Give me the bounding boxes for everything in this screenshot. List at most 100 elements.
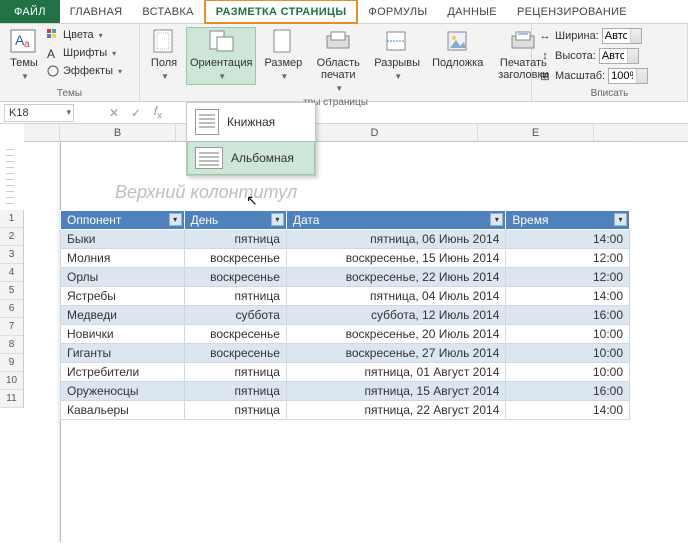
orientation-button[interactable]: Ориентация▼ — [186, 27, 256, 85]
landscape-label: Альбомная — [231, 151, 294, 165]
group-themes: Aa Темы ▼ Цвета▾ AШрифты▾ Эффекты▾ Темы — [0, 24, 140, 101]
effects-label: Эффекты — [63, 65, 113, 77]
filter-icon[interactable]: ▾ — [169, 213, 182, 226]
vertical-ruler — [6, 149, 14, 204]
background-button[interactable]: Подложка — [428, 27, 487, 71]
print-area-label: Область печати — [314, 57, 362, 81]
colors-icon — [46, 28, 60, 42]
row-head[interactable]: 1 — [0, 210, 23, 228]
table-row: Молниявоскресеньевоскресенье, 15 Июнь 20… — [61, 249, 630, 268]
themes-button[interactable]: Aa Темы ▼ — [6, 27, 42, 85]
row-headers[interactable]: 1 2 3 4 5 6 7 8 9 10 11 — [0, 210, 24, 408]
col-e[interactable]: E — [478, 124, 594, 141]
width-row[interactable]: ↔Ширина: — [538, 27, 642, 45]
row-head[interactable]: 4 — [0, 264, 23, 282]
background-label: Подложка — [432, 57, 483, 69]
width-icon: ↔ — [538, 29, 552, 43]
filter-icon[interactable]: ▾ — [490, 213, 503, 226]
breaks-label: Разрывы — [374, 57, 420, 69]
svg-text:A: A — [47, 47, 55, 60]
row-head[interactable]: 10 — [0, 372, 23, 390]
data-table[interactable]: Оппонент▾ День▾ Дата▾ Время▾ Быкипятница… — [60, 210, 630, 420]
row-head[interactable]: 6 — [0, 300, 23, 318]
scale-input[interactable] — [608, 68, 648, 84]
group-scale-to-fit: ↔Ширина: ↕Высота: ⊞Масштаб: Вписать — [532, 24, 688, 101]
filter-icon[interactable]: ▾ — [271, 213, 284, 226]
portrait-icon — [195, 109, 219, 135]
orientation-icon — [207, 29, 235, 55]
margins-icon — [150, 29, 178, 55]
th-time[interactable]: Время▾ — [506, 211, 630, 230]
row-head[interactable]: 5 — [0, 282, 23, 300]
group-page-setup: Поля▼ Ориентация▼ Размер▼ Область печати… — [140, 24, 532, 101]
breaks-icon — [383, 29, 411, 55]
group-fit-label: Вписать — [538, 88, 681, 99]
table-row: Ястребыпятницапятница, 04 Июль 201414:00 — [61, 287, 630, 306]
print-area-button[interactable]: Область печати▼ — [310, 27, 366, 97]
th-opponent[interactable]: Оппонент▾ — [61, 211, 185, 230]
tab-data[interactable]: ДАННЫЕ — [437, 0, 507, 23]
scale-row[interactable]: ⊞Масштаб: — [538, 67, 648, 85]
th-day[interactable]: День▾ — [184, 211, 286, 230]
tab-insert[interactable]: ВСТАВКА — [132, 0, 203, 23]
svg-text:a: a — [24, 39, 30, 50]
filter-icon[interactable]: ▾ — [614, 213, 627, 226]
scale-label: Масштаб: — [555, 70, 605, 82]
table-row: Быкипятницапятница, 06 Июнь 201414:00 — [61, 230, 630, 249]
effects-button[interactable]: Эффекты▾ — [46, 63, 122, 79]
margins-label: Поля — [151, 57, 177, 69]
tab-review[interactable]: РЕЦЕНЗИРОВАНИЕ — [507, 0, 637, 23]
height-input[interactable] — [599, 48, 639, 64]
header-placeholder[interactable]: Верхний колонтитул — [115, 182, 297, 203]
height-row[interactable]: ↕Высота: — [538, 47, 639, 65]
colors-label: Цвета — [63, 29, 94, 41]
table-row: Медведисубботасуббота, 12 Июль 201416:00 — [61, 306, 630, 325]
name-box-value: K18 — [9, 107, 29, 119]
row-head[interactable]: 11 — [0, 390, 23, 408]
tab-page-layout[interactable]: РАЗМЕТКА СТРАНИЦЫ — [204, 0, 359, 24]
breaks-button[interactable]: Разрывы▼ — [370, 27, 424, 85]
fonts-button[interactable]: AШрифты▾ — [46, 45, 122, 61]
orientation-menu: Книжная Альбомная — [186, 102, 316, 176]
size-button[interactable]: Размер▼ — [260, 27, 306, 85]
row-head[interactable]: 8 — [0, 336, 23, 354]
themes-label: Темы — [10, 57, 38, 69]
cancel-icon[interactable]: ✕ — [106, 106, 122, 120]
enter-icon[interactable]: ✓ — [128, 106, 144, 120]
tab-formulas[interactable]: ФОРМУЛЫ — [358, 0, 437, 23]
fonts-icon: A — [46, 46, 60, 60]
colors-button[interactable]: Цвета▾ — [46, 27, 122, 43]
margins-button[interactable]: Поля▼ — [146, 27, 182, 85]
effects-icon — [46, 64, 60, 78]
column-headers[interactable]: B C D E — [24, 124, 688, 142]
height-icon: ↕ — [538, 49, 552, 63]
orientation-landscape[interactable]: Альбомная — [187, 141, 315, 175]
worksheet[interactable]: B C D E Верхний колонтитул 1 2 3 4 5 6 7… — [0, 124, 688, 542]
tab-file[interactable]: ФАЙЛ — [0, 0, 60, 23]
row-head[interactable]: 2 — [0, 228, 23, 246]
tab-home[interactable]: ГЛАВНАЯ — [60, 0, 133, 23]
row-head[interactable]: 3 — [0, 246, 23, 264]
table-row: Оруженосцыпятницапятница, 15 Август 2014… — [61, 382, 630, 401]
group-themes-label: Темы — [6, 88, 133, 99]
ribbon-tabs: ФАЙЛ ГЛАВНАЯ ВСТАВКА РАЗМЕТКА СТРАНИЦЫ Ф… — [0, 0, 688, 24]
table-row: Орлывоскресеньевоскресенье, 22 Июнь 2014… — [61, 268, 630, 287]
print-area-icon — [324, 29, 352, 55]
chevron-down-icon: ▼ — [21, 71, 29, 83]
portrait-label: Книжная — [227, 115, 275, 129]
col-b[interactable]: B — [60, 124, 176, 141]
orientation-portrait[interactable]: Книжная — [187, 103, 315, 141]
background-icon — [444, 29, 472, 55]
th-date[interactable]: Дата▾ — [286, 211, 506, 230]
row-head[interactable]: 9 — [0, 354, 23, 372]
landscape-icon — [195, 147, 223, 169]
fonts-label: Шрифты — [63, 47, 107, 59]
row-head[interactable]: 7 — [0, 318, 23, 336]
size-label: Размер — [264, 57, 302, 69]
width-input[interactable] — [602, 28, 642, 44]
name-box[interactable]: K18 — [4, 104, 74, 122]
table-row: Истребителипятницапятница, 01 Август 201… — [61, 363, 630, 382]
size-icon — [269, 29, 297, 55]
table-row: Гигантывоскресеньевоскресенье, 27 Июль 2… — [61, 344, 630, 363]
themes-icon: Aa — [10, 29, 38, 55]
